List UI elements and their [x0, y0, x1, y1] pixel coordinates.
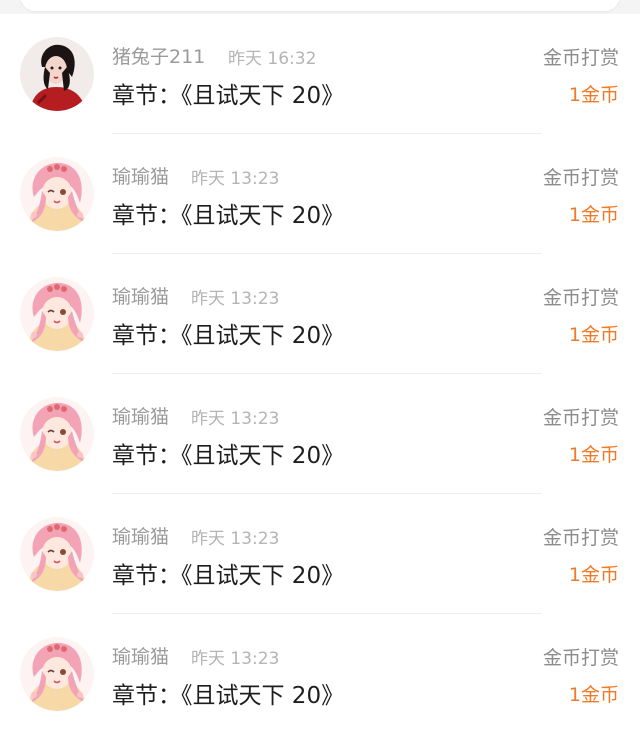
- record-time: 昨天 13:23: [191, 649, 280, 669]
- user-name[interactable]: 猪兔子211: [112, 42, 205, 69]
- record-time: 昨天 13:23: [191, 169, 280, 189]
- list-item[interactable]: 瑜瑜猫 昨天 13:23 章节：《且试天下 20》 金币打赏 1金币: [0, 254, 640, 374]
- record-time: 昨天 13:23: [191, 409, 280, 429]
- user-avatar-image: [20, 157, 94, 231]
- chapter-title: 章节：《且试天下 20》: [112, 83, 345, 109]
- reward-amount: 1金币: [568, 564, 619, 586]
- reward-type: 金币打赏: [542, 407, 619, 429]
- avatar[interactable]: [20, 397, 94, 471]
- reward-amount: 1金币: [568, 204, 619, 226]
- reward-type: 金币打赏: [542, 47, 619, 69]
- record-time: 昨天 16:32: [228, 49, 317, 69]
- avatar[interactable]: [20, 157, 94, 231]
- avatar[interactable]: [20, 277, 94, 351]
- reward-type: 金币打赏: [542, 527, 619, 549]
- user-avatar-image: [20, 637, 94, 711]
- reward-type: 金币打赏: [542, 287, 619, 309]
- avatar[interactable]: [20, 637, 94, 711]
- list-item[interactable]: 瑜瑜猫 昨天 13:23 章节：《且试天下 20》 金币打赏 1金币: [0, 614, 640, 734]
- list-item[interactable]: 瑜瑜猫 昨天 13:23 章节：《且试天下 20》 金币打赏 1金币: [0, 374, 640, 494]
- reward-amount: 1金币: [568, 684, 619, 706]
- user-name[interactable]: 瑜瑜猫: [112, 642, 169, 669]
- record-time: 昨天 13:23: [191, 529, 280, 549]
- avatar[interactable]: [20, 37, 94, 111]
- user-avatar-image: [20, 277, 94, 351]
- chapter-title: 章节：《且试天下 20》: [112, 683, 345, 709]
- reward-amount: 1金币: [568, 324, 619, 346]
- record-time: 昨天 13:23: [191, 289, 280, 309]
- user-avatar-image: [20, 517, 94, 591]
- avatar[interactable]: [20, 517, 94, 591]
- user-name[interactable]: 瑜瑜猫: [112, 522, 169, 549]
- list-item[interactable]: 瑜瑜猫 昨天 13:23 章节：《且试天下 20》 金币打赏 1金币: [0, 494, 640, 614]
- previous-card-edge: [20, 0, 620, 11]
- user-name[interactable]: 瑜瑜猫: [112, 282, 169, 309]
- user-avatar-image: [20, 37, 94, 111]
- list-item[interactable]: 瑜瑜猫 昨天 13:23 章节：《且试天下 20》 金币打赏 1金币: [0, 134, 640, 254]
- list-item[interactable]: 猪兔子211 昨天 16:32 章节：《且试天下 20》 金币打赏 1金币: [0, 14, 640, 134]
- reward-amount: 1金币: [568, 84, 619, 106]
- reward-record-list: 猪兔子211 昨天 16:32 章节：《且试天下 20》 金币打赏 1金币 瑜瑜…: [0, 14, 640, 736]
- user-name[interactable]: 瑜瑜猫: [112, 162, 169, 189]
- reward-type: 金币打赏: [542, 167, 619, 189]
- chapter-title: 章节：《且试天下 20》: [112, 323, 345, 349]
- user-name[interactable]: 瑜瑜猫: [112, 402, 169, 429]
- reward-type: 金币打赏: [542, 647, 619, 669]
- chapter-title: 章节：《且试天下 20》: [112, 443, 345, 469]
- reward-amount: 1金币: [568, 444, 619, 466]
- chapter-title: 章节：《且试天下 20》: [112, 203, 345, 229]
- user-avatar-image: [20, 397, 94, 471]
- chapter-title: 章节：《且试天下 20》: [112, 563, 345, 589]
